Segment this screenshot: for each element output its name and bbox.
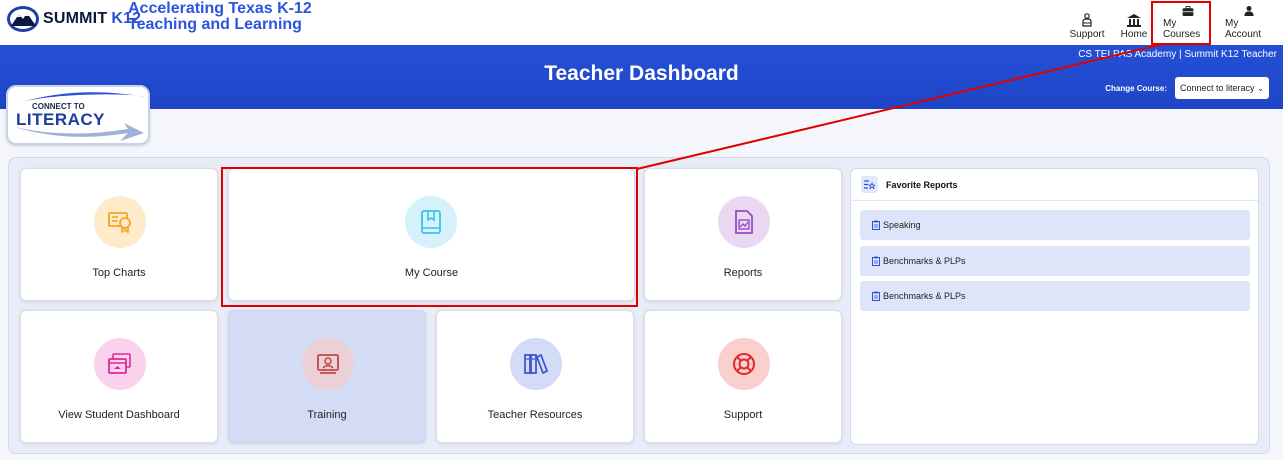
badge-main-text: LITERACY: [16, 110, 105, 129]
card-label: Top Charts: [92, 267, 146, 279]
top-bar: SUMMIT K12 Accelerating Texas K-12 Teachi…: [0, 0, 1283, 45]
change-course-label: Change Course:: [1105, 83, 1167, 93]
brand-name: SUMMIT K12: [43, 10, 141, 28]
favorite-list-star-icon: [861, 176, 878, 193]
nav-support-label: Support: [1069, 29, 1105, 40]
nav-my-account-label: My Account: [1225, 18, 1262, 40]
card-reports[interactable]: Reports: [644, 168, 842, 301]
summit-k12-logo[interactable]: SUMMIT K12: [6, 4, 141, 34]
course-select-value: Connect to literacy: [1180, 83, 1255, 93]
change-course: Change Course: Connect to literacy ⌄: [1105, 77, 1269, 99]
clipboard-icon: [872, 291, 880, 301]
page-title: Teacher Dashboard: [544, 62, 739, 85]
lifebuoy-icon: [718, 338, 770, 390]
card-teacher-resources[interactable]: Teacher Resources: [436, 310, 634, 443]
favorite-reports-panel: Favorite Reports Speaking Benchmarks & P…: [850, 168, 1259, 445]
books-icon: [510, 338, 562, 390]
nav-my-account[interactable]: My Account: [1219, 6, 1279, 40]
card-label: Training: [307, 409, 347, 421]
favorite-report-item[interactable]: Benchmarks & PLPs: [860, 281, 1250, 311]
favorite-report-label: Benchmarks & PLPs: [883, 291, 966, 301]
tagline: Accelerating Texas K-12 Teaching and Lea…: [128, 1, 312, 33]
card-label: Support: [723, 409, 763, 421]
clipboard-icon: [872, 220, 880, 230]
card-label: View Student Dashboard: [58, 409, 180, 421]
mountain-logo-icon: [7, 6, 39, 32]
training-presenter-icon: [302, 338, 354, 390]
favorite-report-item[interactable]: Benchmarks & PLPs: [860, 246, 1250, 276]
nav-home-label: Home: [1120, 29, 1148, 40]
nav-support[interactable]: Support: [1063, 6, 1111, 40]
card-view-student-dashboard[interactable]: View Student Dashboard: [20, 310, 218, 443]
card-label: Teacher Resources: [487, 409, 583, 421]
favorite-report-item[interactable]: Speaking: [860, 210, 1250, 240]
clipboard-icon: [872, 256, 880, 266]
chevron-down-icon: ⌄: [1257, 83, 1264, 93]
course-select[interactable]: Connect to literacy ⌄: [1175, 77, 1269, 99]
tagline-line-2: Teaching and Learning: [128, 16, 302, 33]
support-person-icon: [1082, 13, 1092, 27]
user-icon: [1244, 6, 1254, 16]
card-top-charts[interactable]: Top Charts: [20, 168, 218, 301]
card-training[interactable]: Training: [228, 310, 426, 443]
student-dashboard-icon: [94, 338, 146, 390]
report-document-icon: [718, 196, 770, 248]
brand-word: SUMMIT: [43, 10, 108, 27]
favorite-reports-header: Favorite Reports: [851, 169, 1258, 201]
home-building-icon: [1127, 14, 1141, 27]
org-line: CS TELPAS Academy | Summit K12 Teacher: [1078, 49, 1277, 60]
favorite-report-label: Benchmarks & PLPs: [883, 256, 966, 266]
certificate-chart-icon: [94, 196, 146, 248]
tagline-line-1: Accelerating Texas K-12: [128, 0, 312, 17]
card-support[interactable]: Support: [644, 310, 842, 443]
favorite-report-label: Speaking: [883, 220, 921, 230]
favorite-reports-title: Favorite Reports: [886, 179, 958, 190]
highlight-my-course-card: [221, 167, 638, 307]
highlight-my-courses: [1151, 1, 1211, 45]
header-band: Teacher Dashboard CS TELPAS Academy | Su…: [0, 45, 1283, 109]
course-logo-badge: CONNECT TO LITERACY: [6, 85, 150, 145]
card-label: Reports: [723, 267, 763, 279]
